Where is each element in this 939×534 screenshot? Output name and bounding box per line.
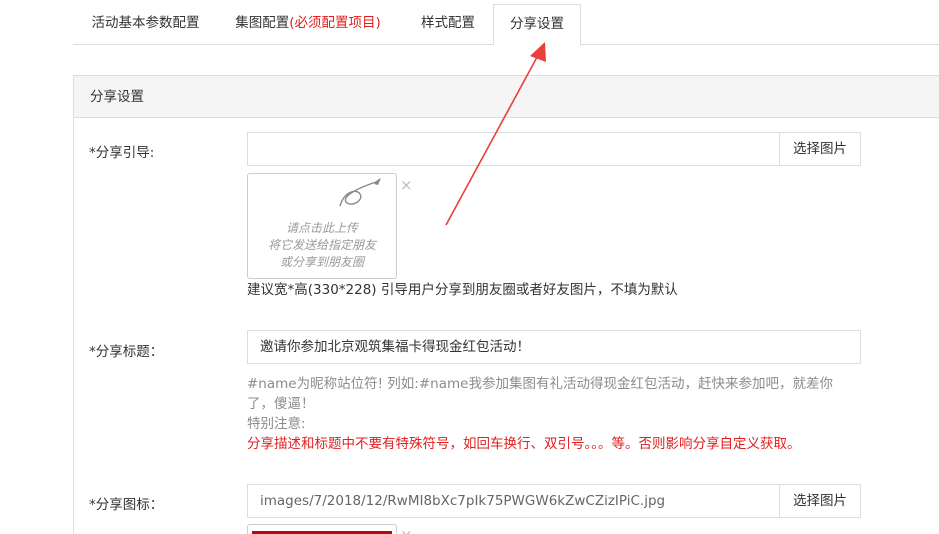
share-icon-input-group: 选择图片	[247, 484, 861, 518]
share-guide-help: 建议宽*高(330*228) 引导用户分享到朋友圈或者好友图片，不填为默认	[247, 282, 678, 298]
signature-squiggle-icon	[339, 178, 381, 207]
tab-label: 活动基本参数配置	[91, 15, 200, 31]
share-icon-input[interactable]	[248, 485, 780, 517]
hint-line: 或分享到朋友圈	[279, 255, 364, 269]
tab-collect-config[interactable]: 集图配置(必须配置项目)	[218, 4, 398, 45]
share-title-help-line2: 了，傻逼！	[247, 396, 315, 412]
share-title-input[interactable]: 邀请你参加北京观筑集福卡得现金红包活动！	[247, 330, 861, 364]
upload-hint-text: 请点击此上传 将它发送给指定朋友 或分享到朋友圈	[248, 220, 396, 271]
hint-line: 请点击此上传	[285, 221, 358, 235]
share-guide-label: *分享引导:	[89, 145, 155, 161]
special-note-warning: 分享描述和标题中不要有特殊符号，如回车换行、双引号。。。等。否则影响分享自定义获…	[247, 436, 801, 452]
select-image-button[interactable]: 选择图片	[779, 485, 860, 517]
tab-bar: 活动基本参数配置 集图配置(必须配置项目) 样式配置 分享设置	[73, 0, 939, 46]
hint-line: 将它发送给指定朋友	[267, 238, 376, 252]
tab-basic-params[interactable]: 活动基本参数配置	[73, 4, 218, 45]
special-note-heading: 特别注意:	[247, 416, 306, 432]
share-guide-image-preview[interactable]: 请点击此上传 将它发送给指定朋友 或分享到朋友圈	[247, 173, 397, 279]
tab-style-config[interactable]: 样式配置	[403, 4, 493, 45]
share-guide-input[interactable]	[248, 133, 780, 165]
required-note: (必须配置项目)	[289, 15, 381, 31]
share-title-help-line1: #name为昵称站位符! 列如:#name我参加集图有礼活动得现金红包活动，赶快…	[247, 376, 833, 392]
share-icon-label: *分享图标：	[89, 497, 164, 513]
share-icon-image-preview[interactable]	[247, 524, 397, 534]
remove-image-icon[interactable]: ×	[400, 526, 413, 534]
tab-label: 样式配置	[421, 15, 475, 31]
share-guide-input-group: 选择图片	[247, 132, 861, 166]
tab-label: 分享设置	[510, 16, 564, 32]
panel-title: 分享设置	[74, 76, 939, 118]
remove-image-icon[interactable]: ×	[400, 176, 413, 194]
tab-share-settings[interactable]: 分享设置	[493, 4, 581, 46]
share-title-label: *分享标题：	[89, 344, 164, 360]
tab-label: 集图配置	[235, 15, 290, 31]
select-image-button[interactable]: 选择图片	[779, 133, 860, 165]
